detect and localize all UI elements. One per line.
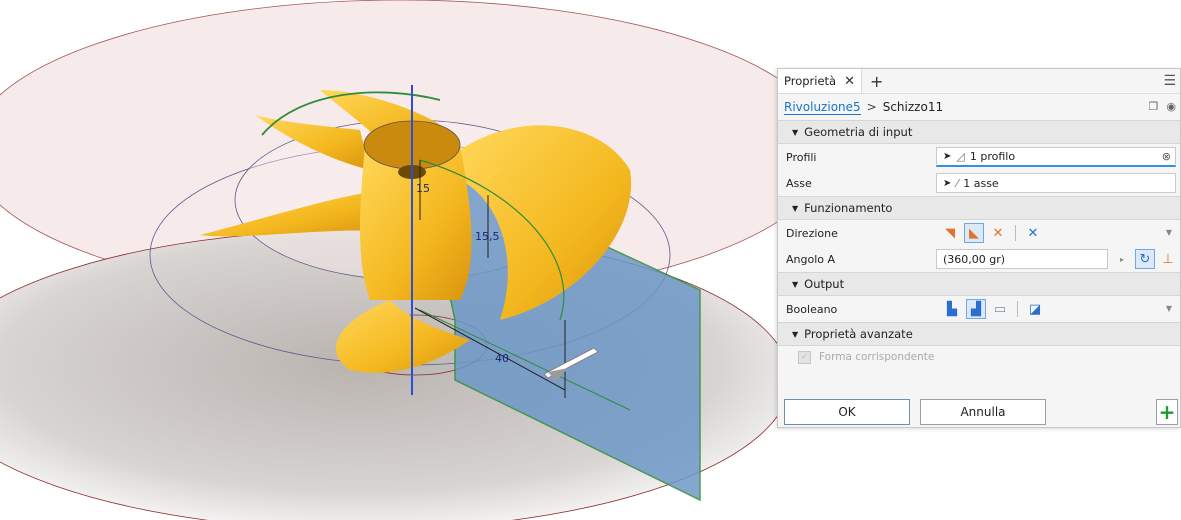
boolean-buttons: ▙ ▟ ▭ ◪: [942, 299, 1045, 319]
profiles-value: 1 profilo: [969, 150, 1016, 163]
angle-value: (360,00 gr): [943, 252, 1006, 266]
section-behavior-title: Funzionamento: [804, 201, 893, 215]
select-cursor-icon: ➤: [943, 177, 952, 189]
direction-symmetric-icon[interactable]: ✕: [988, 223, 1008, 243]
dim-15-5[interactable]: 15,5: [475, 230, 500, 243]
angle-tools: ▸ ↻ ⊥ ⏚: [1112, 249, 1181, 269]
direction-asymmetric-icon[interactable]: ✕: [1023, 223, 1043, 243]
separator: [1017, 301, 1018, 317]
axis-selector[interactable]: ➤ ⁄ 1 asse: [936, 173, 1176, 193]
dialog-buttons: OK Annulla +: [784, 399, 1178, 425]
breadcrumb-sketch[interactable]: Schizzo11: [883, 100, 943, 114]
direction-flipped-icon[interactable]: ◣: [964, 223, 984, 243]
match-shape-row: ✓ Forma corrispondente: [778, 346, 1180, 368]
direction-default-icon[interactable]: ◥: [940, 223, 960, 243]
add-tab-icon[interactable]: +: [870, 72, 883, 91]
intersect-icon[interactable]: ▭: [990, 299, 1010, 319]
row-boolean: Booleano ▙ ▟ ▭ ◪ ▼: [778, 296, 1180, 322]
select-cursor-icon: ➤: [943, 151, 952, 162]
direction-buttons: ◥ ◣ ✕ ✕: [940, 223, 1043, 243]
close-icon[interactable]: ✕: [844, 74, 855, 89]
ok-button[interactable]: OK: [784, 399, 910, 425]
row-angle: Angolo A (360,00 gr) ▸ ↻ ⊥ ⏚: [778, 246, 1180, 272]
section-advanced[interactable]: ▼ Proprietà avanzate: [778, 322, 1180, 346]
tab-properties-label: Proprietà: [784, 74, 837, 88]
section-input-title: Geometria di input: [804, 125, 913, 139]
properties-panel: Proprietà ✕ + ☰ Rivoluzione5 > Schizzo11…: [777, 68, 1181, 428]
panel-tabbar: Proprietà ✕ + ☰: [778, 69, 1180, 94]
collapse-triangle-icon[interactable]: ▼: [792, 204, 798, 213]
breadcrumb-separator: >: [866, 100, 877, 114]
axis-line-icon: ⁄: [956, 176, 959, 190]
collapse-triangle-icon[interactable]: ▼: [792, 280, 798, 289]
profiles-selector[interactable]: ➤ ◿ 1 profilo ⊗: [936, 147, 1176, 167]
new-solid-icon[interactable]: ◪: [1025, 299, 1045, 319]
section-output[interactable]: ▼ Output: [778, 272, 1180, 296]
collapse-triangle-icon[interactable]: ▼: [792, 330, 798, 339]
breadcrumb-feature-link[interactable]: Rivoluzione5: [784, 100, 861, 115]
breadcrumb: Rivoluzione5 > Schizzo11 ❐ ◉: [778, 94, 1180, 120]
section-output-title: Output: [804, 277, 845, 291]
apply-add-button[interactable]: +: [1156, 399, 1178, 425]
section-behavior[interactable]: ▼ Funzionamento: [778, 196, 1180, 220]
row-profiles: Profili ➤ ◿ 1 profilo ⊗: [778, 144, 1180, 170]
section-advanced-title: Proprietà avanzate: [804, 327, 913, 341]
clear-selection-icon[interactable]: ⊗: [1162, 150, 1171, 163]
chevron-down-icon[interactable]: ▼: [1166, 304, 1172, 313]
axis-value: 1 asse: [963, 176, 999, 190]
copy-icon[interactable]: ❐: [1149, 100, 1159, 113]
match-shape-checkbox[interactable]: ✓: [798, 350, 811, 364]
angle-label: Angolo A: [786, 252, 836, 266]
row-direction: Direzione ◥ ◣ ✕ ✕ ▼: [778, 220, 1180, 246]
dim-15[interactable]: 15: [416, 182, 430, 195]
tab-properties[interactable]: Proprietà ✕: [778, 69, 863, 93]
match-shape-label: Forma corrispondente: [819, 351, 935, 363]
model-canvas[interactable]: 15 15,5 40: [0, 0, 777, 520]
eye-icon[interactable]: ◉: [1166, 100, 1176, 113]
separator: [1015, 225, 1016, 241]
cancel-button[interactable]: Annulla: [920, 399, 1046, 425]
header-icons: ❐ ◉: [1149, 100, 1176, 113]
to-extent-icon[interactable]: ⊥: [1158, 249, 1178, 269]
collapse-triangle-icon[interactable]: ▼: [792, 128, 798, 137]
cut-icon[interactable]: ▟: [966, 299, 986, 319]
full-revolve-icon[interactable]: ↻: [1135, 249, 1155, 269]
boolean-label: Booleano: [786, 302, 838, 316]
dim-40[interactable]: 40: [495, 352, 509, 365]
angle-input[interactable]: (360,00 gr): [936, 249, 1108, 269]
profiles-label: Profili: [786, 150, 817, 164]
axis-label: Asse: [786, 176, 812, 190]
chevron-down-icon[interactable]: ▼: [1166, 228, 1172, 237]
menu-icon[interactable]: ☰: [1163, 73, 1176, 89]
angle-menu-arrow-icon[interactable]: ▸: [1112, 249, 1132, 269]
join-icon[interactable]: ▙: [942, 299, 962, 319]
section-input-geometry[interactable]: ▼ Geometria di input: [778, 120, 1180, 144]
profile-icon: ◿: [956, 150, 965, 163]
direction-label: Direzione: [786, 226, 838, 240]
row-axis: Asse ➤ ⁄ 1 asse: [778, 170, 1180, 196]
